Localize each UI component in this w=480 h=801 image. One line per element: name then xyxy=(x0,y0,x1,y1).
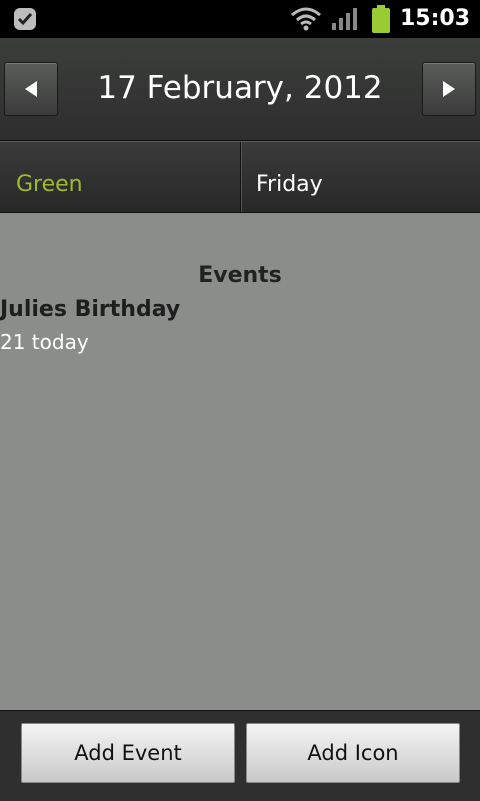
divider xyxy=(240,142,241,212)
add-event-button[interactable]: Add Event xyxy=(21,723,235,783)
add-icon-button[interactable]: Add Icon xyxy=(246,723,460,783)
previous-day-button[interactable] xyxy=(4,62,58,116)
right-arrow-icon xyxy=(443,81,455,97)
events-heading: Events xyxy=(198,263,282,288)
day-info-row: Green Friday xyxy=(0,141,480,214)
weekday-label: Friday xyxy=(256,172,323,197)
wifi-icon xyxy=(291,7,321,31)
app-notification-icon xyxy=(14,8,36,30)
date-header: 17 February, 2012 xyxy=(0,38,480,141)
left-arrow-icon xyxy=(25,81,37,97)
status-time: 15:03 xyxy=(399,6,470,31)
signal-icon xyxy=(332,8,357,30)
event-detail: 21 today xyxy=(0,330,89,354)
next-day-button[interactable] xyxy=(422,62,476,116)
current-date: 17 February, 2012 xyxy=(97,70,383,106)
day-color-label[interactable]: Green xyxy=(16,172,83,197)
events-panel: Events Julies Birthday 21 today xyxy=(0,213,480,710)
battery-icon xyxy=(372,5,390,33)
action-bar: Add Event Add Icon xyxy=(0,710,480,801)
event-title[interactable]: Julies Birthday xyxy=(0,297,180,322)
status-bar: 15:03 xyxy=(0,0,480,38)
